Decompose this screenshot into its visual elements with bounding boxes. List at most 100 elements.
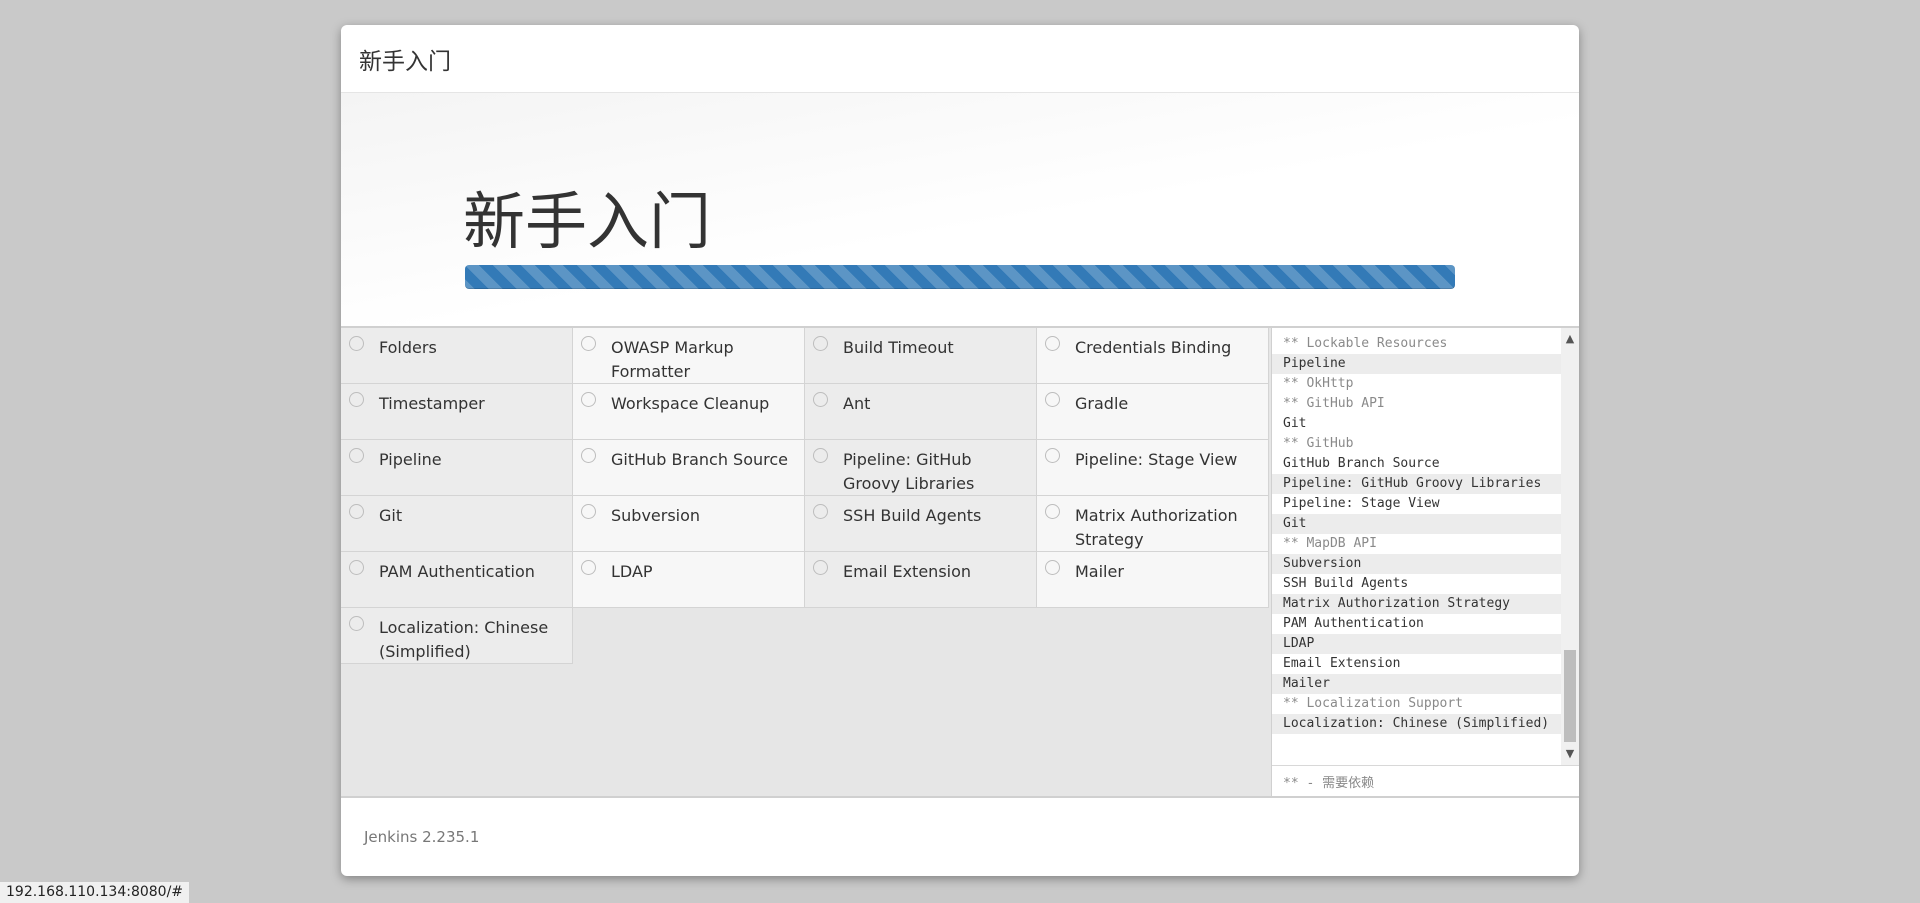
dialog-footer: Jenkins 2.235.1 — [341, 796, 1579, 876]
hero-section: 新手入门 — [341, 93, 1579, 328]
plugin-label: Matrix Authorization Strategy — [1075, 506, 1238, 549]
log-plugin-line: LDAP — [1272, 634, 1562, 654]
plugin-label: OWASP Markup Formatter — [611, 338, 734, 381]
plugin-label: LDAP — [611, 562, 653, 581]
plugin-label: Credentials Binding — [1075, 338, 1232, 357]
log-plugin-line: Pipeline: Stage View — [1283, 496, 1440, 511]
log-plugin-line: Git — [1283, 416, 1307, 431]
plugin-label: Workspace Cleanup — [611, 394, 770, 413]
plugin-status-circle-icon — [581, 448, 596, 463]
hero-title: 新手入门 — [463, 185, 712, 258]
dependency-legend: ** - 需要依赖 — [1272, 765, 1579, 796]
plugin-item: Pipeline — [341, 440, 573, 496]
jenkins-version: Jenkins 2.235.1 — [364, 828, 480, 846]
plugin-status-circle-icon — [813, 448, 828, 463]
plugin-label: Timestamper — [379, 394, 485, 413]
log-plugin-line: PAM Authentication — [1283, 616, 1424, 631]
plugin-label: Build Timeout — [843, 338, 954, 357]
plugin-item: Pipeline: Stage View — [1037, 440, 1269, 496]
scroll-thumb[interactable] — [1564, 650, 1576, 742]
log-scrollbar[interactable]: ▲ ▼ — [1561, 328, 1579, 765]
plugin-item: Mailer — [1037, 552, 1269, 608]
plugin-item: Git — [341, 496, 573, 552]
plugin-item: Credentials Binding — [1037, 328, 1269, 384]
log-dependency-line: ** GitHub API — [1283, 396, 1385, 411]
plugin-label: SSH Build Agents — [843, 506, 982, 525]
log-plugin-line: Subversion — [1272, 554, 1562, 574]
plugin-item: Matrix Authorization Strategy — [1037, 496, 1269, 552]
log-dependency-line: ** Lockable Resources — [1283, 336, 1448, 351]
plugin-grid: Folders OWASP Markup Formatter Build Timeo… — [341, 328, 1271, 664]
plugin-status-circle-icon — [349, 504, 364, 519]
plugin-label: Subversion — [611, 506, 701, 525]
log-dependency-line: ** OkHttp — [1283, 376, 1354, 391]
log-plugin-line: Pipeline — [1272, 354, 1562, 374]
plugin-status-circle-icon — [349, 560, 364, 575]
plugin-item: Pipeline: GitHub Groovy Libraries — [805, 440, 1037, 496]
log-plugin-line: Email Extension — [1283, 656, 1401, 671]
install-body: Folders OWASP Markup Formatter Build Timeo… — [341, 328, 1579, 796]
plugin-status-circle-icon — [581, 336, 596, 351]
plugin-label: Gradle — [1075, 394, 1129, 413]
plugin-status-circle-icon — [1045, 392, 1060, 407]
plugin-item: Workspace Cleanup — [573, 384, 805, 440]
plugin-item: Build Timeout — [805, 328, 1037, 384]
plugin-status-circle-icon — [349, 616, 364, 631]
plugin-item: PAM Authentication — [341, 552, 573, 608]
install-log[interactable]: ** Lockable Resources Pipeline ** OkHttp **… — [1272, 328, 1562, 765]
plugin-status-circle-icon — [349, 336, 364, 351]
plugin-item: GitHub Branch Source — [573, 440, 805, 496]
log-dependency-line: ** GitHub — [1283, 436, 1354, 451]
plugin-status-circle-icon — [581, 504, 596, 519]
plugin-status-circle-icon — [813, 504, 828, 519]
plugin-label: Mailer — [1075, 562, 1124, 581]
setup-dialog: 新手入门 新手入门 Folders OWASP Markup Formatter B… — [341, 25, 1579, 876]
plugin-status-circle-icon — [813, 392, 828, 407]
plugin-item: Timestamper — [341, 384, 573, 440]
scroll-up-arrow-icon[interactable]: ▲ — [1561, 330, 1579, 348]
plugin-label: Pipeline: Stage View — [1075, 450, 1238, 469]
log-dependency-line: ** Localization Support — [1283, 696, 1464, 711]
plugin-label: GitHub Branch Source — [611, 450, 789, 469]
plugin-label: Git — [379, 506, 403, 525]
plugin-item: Ant — [805, 384, 1037, 440]
plugin-item: LDAP — [573, 552, 805, 608]
plugin-status-circle-icon — [1045, 504, 1060, 519]
plugin-item: Folders — [341, 328, 573, 384]
plugin-label: Email Extension — [843, 562, 972, 581]
install-log-panel: ** Lockable Resources Pipeline ** OkHttp **… — [1271, 328, 1579, 796]
plugin-item: Email Extension — [805, 552, 1037, 608]
plugin-status-circle-icon — [349, 392, 364, 407]
log-plugin-line: Git — [1272, 514, 1562, 534]
plugin-label: Localization: Chinese (Simplified) — [379, 618, 549, 661]
plugin-status-circle-icon — [581, 560, 596, 575]
scroll-down-arrow-icon[interactable]: ▼ — [1561, 745, 1579, 763]
plugin-status-circle-icon — [813, 560, 828, 575]
plugin-label: Pipeline: GitHub Groovy Libraries — [843, 450, 975, 493]
log-plugin-line: GitHub Branch Source — [1283, 456, 1440, 471]
plugin-status-circle-icon — [581, 392, 596, 407]
plugin-item: SSH Build Agents — [805, 496, 1037, 552]
plugin-status-circle-icon — [1045, 448, 1060, 463]
install-progress-bar — [465, 265, 1455, 289]
plugin-status-circle-icon — [813, 336, 828, 351]
log-plugin-line: Pipeline: GitHub Groovy Libraries — [1272, 474, 1562, 494]
log-plugin-line: Mailer — [1272, 674, 1562, 694]
plugin-status-circle-icon — [349, 448, 364, 463]
dialog-header: 新手入门 — [341, 25, 1579, 93]
plugin-status-circle-icon — [1045, 560, 1060, 575]
plugin-item: Gradle — [1037, 384, 1269, 440]
plugin-label: Ant — [843, 394, 871, 413]
log-plugin-line: Matrix Authorization Strategy — [1272, 594, 1562, 614]
plugin-label: PAM Authentication — [379, 562, 535, 581]
log-dependency-line: ** MapDB API — [1283, 536, 1377, 551]
dialog-title: 新手入门 — [359, 48, 451, 75]
plugin-label: Pipeline — [379, 450, 442, 469]
log-plugin-line: SSH Build Agents — [1283, 576, 1409, 591]
plugin-item: Subversion — [573, 496, 805, 552]
plugin-status-circle-icon — [1045, 336, 1060, 351]
status-bar-url: 192.168.110.134:8080/# — [0, 881, 191, 903]
log-plugin-line: Localization: Chinese (Simplified) — [1272, 714, 1562, 734]
plugin-item: OWASP Markup Formatter — [573, 328, 805, 384]
plugin-item: Localization: Chinese (Simplified) — [341, 608, 573, 664]
